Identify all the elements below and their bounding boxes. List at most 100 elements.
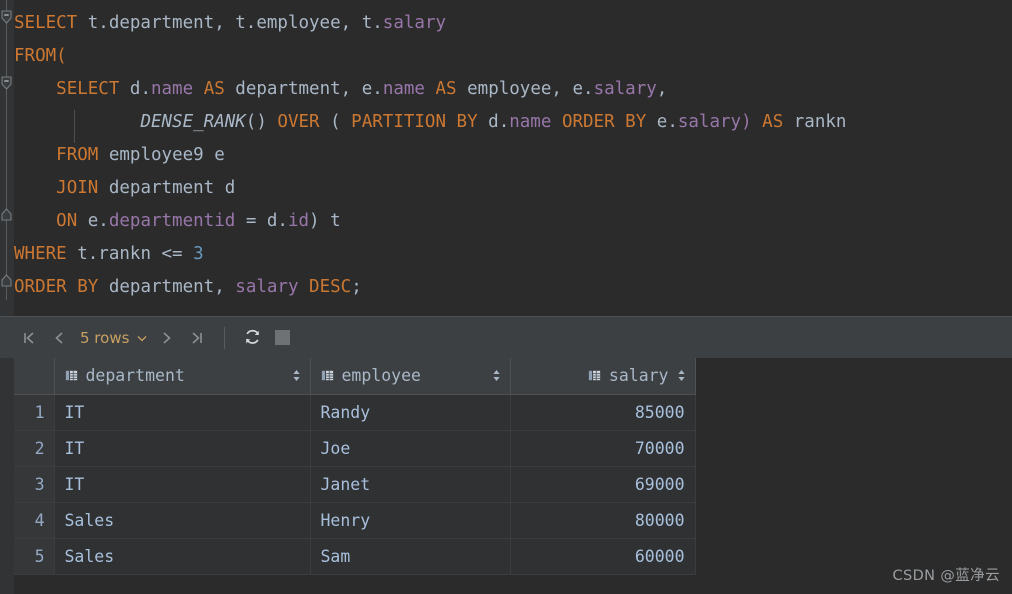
code-line[interactable]: JOIN department d xyxy=(14,172,235,205)
code-token: d. xyxy=(119,79,151,99)
fold-end-icon[interactable] xyxy=(0,274,14,288)
refresh-icon xyxy=(245,329,259,344)
last-page-icon xyxy=(192,331,203,344)
table-row[interactable]: 1 IT Randy 85000 xyxy=(14,394,696,431)
code-token: employee xyxy=(256,13,341,33)
code-token: JOIN xyxy=(56,178,99,198)
sql-ide-window: SELECT t.department, t.employee, t.salar… xyxy=(0,0,1012,594)
stop-button[interactable] xyxy=(267,317,297,358)
code-token: DENSE_RANK xyxy=(140,112,246,132)
code-token: name xyxy=(150,79,194,99)
code-token: ) t xyxy=(309,211,341,231)
cell-department[interactable]: Sales xyxy=(54,538,311,575)
column-header-label: employee xyxy=(341,366,421,386)
code-token: , t. xyxy=(340,13,383,33)
results-grid-panel[interactable]: department employee salary 1 IT Randy 85… xyxy=(0,358,1012,594)
table-row[interactable]: 5 Sales Sam 60000 xyxy=(14,538,696,575)
code-token: e. xyxy=(646,112,678,132)
code-line[interactable]: DENSE_RANK() OVER ( PARTITION BY d.name … xyxy=(14,106,846,139)
fold-rail xyxy=(6,0,7,300)
code-token: departmentid xyxy=(108,211,236,231)
cell-salary[interactable]: 85000 xyxy=(510,394,696,431)
header-row: department employee salary xyxy=(14,358,696,395)
code-line[interactable]: SELECT d.name AS department, e.name AS e… xyxy=(14,73,667,106)
table-row[interactable]: 4 Sales Henry 80000 xyxy=(14,502,696,539)
results-toolbar[interactable]: 5 rows xyxy=(0,316,1012,358)
column-header-department[interactable]: department xyxy=(54,358,311,395)
code-token: employee9 e xyxy=(98,145,225,165)
code-token: AS xyxy=(435,79,457,99)
fold-collapse-icon[interactable] xyxy=(0,10,14,24)
cell-employee[interactable]: Henry xyxy=(310,502,511,539)
code-token: ORDER xyxy=(561,112,615,132)
table-row[interactable]: 3 IT Janet 69000 xyxy=(14,466,696,503)
code-token: BY xyxy=(456,112,478,132)
code-token: department d xyxy=(98,178,236,198)
code-line[interactable]: FROM( xyxy=(14,40,67,73)
code-token: SELECT xyxy=(14,13,78,33)
cell-department[interactable]: IT xyxy=(54,466,311,503)
results-table-header: department employee salary xyxy=(14,358,696,395)
code-token: department xyxy=(108,13,215,33)
first-page-button[interactable] xyxy=(14,317,44,358)
table-column-icon xyxy=(321,371,333,381)
column-header-label: department xyxy=(85,366,185,386)
code-token: DESC xyxy=(309,277,352,297)
code-token: 3 xyxy=(193,244,204,264)
editor-gutter[interactable] xyxy=(0,0,14,316)
code-token: department, xyxy=(98,277,236,297)
cell-salary[interactable]: 69000 xyxy=(510,466,696,503)
code-token: ( xyxy=(319,112,352,132)
cell-employee[interactable]: Joe xyxy=(310,430,511,467)
rows-count-dropdown[interactable]: 5 rows xyxy=(74,317,152,358)
cell-salary[interactable]: 70000 xyxy=(510,430,696,467)
refresh-button[interactable] xyxy=(237,317,267,358)
cell-department[interactable]: IT xyxy=(54,430,311,467)
results-table[interactable]: department employee salary 1 IT Randy 85… xyxy=(14,358,696,575)
last-page-button[interactable] xyxy=(182,317,212,358)
sql-editor[interactable]: SELECT t.department, t.employee, t.salar… xyxy=(0,0,1012,316)
fold-collapse-icon[interactable] xyxy=(0,76,14,90)
cell-employee[interactable]: Randy xyxy=(310,394,511,431)
code-token: ORDER xyxy=(14,277,67,297)
prev-page-button[interactable] xyxy=(44,317,74,358)
code-line[interactable]: WHERE t.rankn <= 3 xyxy=(14,238,204,271)
code-line[interactable]: SELECT t.department, t.employee, t.salar… xyxy=(14,7,446,40)
cell-employee[interactable]: Sam xyxy=(310,538,511,575)
code-token: name xyxy=(382,79,425,99)
code-token: SELECT xyxy=(56,79,120,99)
fold-end-icon[interactable] xyxy=(0,208,14,222)
column-header-salary[interactable]: salary xyxy=(510,358,696,395)
cell-salary[interactable]: 80000 xyxy=(510,502,696,539)
code-token: AS xyxy=(762,112,784,132)
cell-employee[interactable]: Janet xyxy=(310,466,511,503)
row-number-cell: 5 xyxy=(14,538,55,575)
code-token: ON xyxy=(56,211,78,231)
code-token: FROM xyxy=(56,145,99,165)
cell-department[interactable]: IT xyxy=(54,394,311,431)
code-token: name xyxy=(509,112,552,132)
code-line[interactable]: ON e.departmentid = d.id) t xyxy=(14,205,341,238)
cell-department[interactable]: Sales xyxy=(54,502,311,539)
code-line[interactable]: FROM employee9 e xyxy=(14,139,225,172)
toolbar-separator xyxy=(224,326,226,349)
next-page-button[interactable] xyxy=(152,317,182,358)
stop-icon xyxy=(274,330,290,345)
chevron-right-icon xyxy=(163,331,172,344)
header-rownum xyxy=(14,358,55,395)
code-token: AS xyxy=(203,79,225,99)
row-number-cell: 4 xyxy=(14,502,55,539)
code-token: salary xyxy=(235,277,299,297)
code-line[interactable]: ORDER BY department, salary DESC; xyxy=(14,271,362,304)
table-row[interactable]: 2 IT Joe 70000 xyxy=(14,430,696,467)
code-token: = d. xyxy=(235,211,288,231)
cell-salary[interactable]: 60000 xyxy=(510,538,696,575)
results-table-body[interactable]: 1 IT Randy 85000 2 IT Joe 70000 3 IT Janet 69000 4 Sa… xyxy=(14,394,696,575)
column-header-employee[interactable]: employee xyxy=(310,358,511,395)
